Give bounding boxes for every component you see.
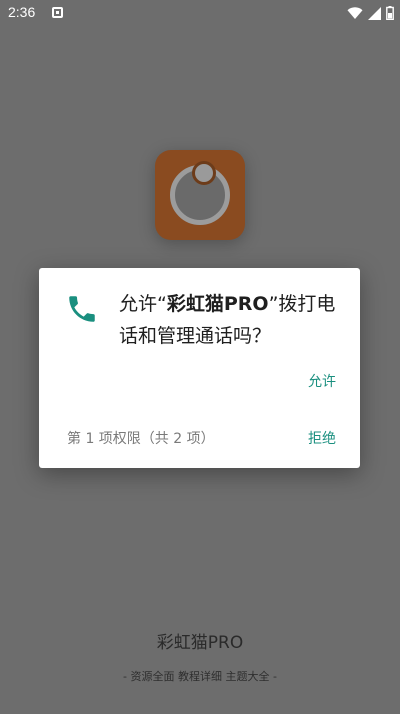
allow-button[interactable]: 允许	[308, 371, 336, 391]
signal-icon	[368, 6, 381, 20]
message-prefix: 允许“	[119, 293, 167, 315]
status-icons	[347, 5, 394, 21]
notification-icon	[52, 7, 63, 18]
deny-button[interactable]: 拒绝	[308, 428, 336, 448]
battery-icon	[386, 6, 394, 20]
footer-tagline: - 资源全面 教程详细 主题大全 -	[123, 670, 277, 683]
app-logo	[155, 150, 245, 240]
wifi-icon	[347, 6, 363, 19]
app-logo-dot	[192, 161, 216, 185]
phone-icon	[69, 296, 95, 322]
status-bar: 2:36	[0, 0, 400, 28]
permission-dialog: 允许“彩虹猫PRO”拨打电话和管理通话吗？ 允许 第 1 项权限（共 2 项） …	[39, 268, 360, 468]
message-app-name: 彩虹猫PRO	[166, 293, 269, 315]
status-time: 2:36	[8, 4, 36, 20]
footer-app-name: 彩虹猫PRO	[156, 633, 244, 653]
permission-counter: 第 1 项权限（共 2 项）	[67, 431, 215, 447]
permission-message: 允许“彩虹猫PRO”拨打电话和管理通话吗？	[119, 288, 351, 352]
